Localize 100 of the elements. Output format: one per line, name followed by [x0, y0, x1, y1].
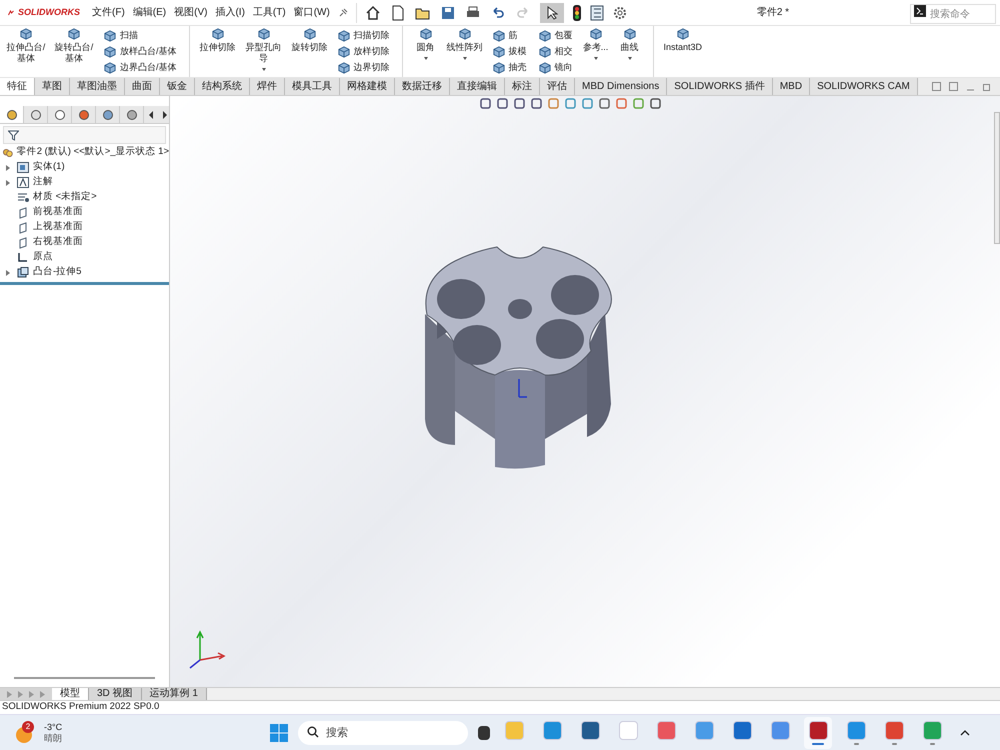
- ribbon-tab[interactable]: 网格建模: [340, 78, 395, 95]
- ribbon-tab[interactable]: 焊件: [250, 78, 285, 95]
- app-logo: SOLIDWORKS: [18, 6, 80, 19]
- ribbon-button[interactable]: 参考...: [580, 26, 611, 60]
- ribbon-button[interactable]: 放样切除: [338, 45, 390, 58]
- ribbon-button[interactable]: 放样凸台/基体: [104, 45, 177, 58]
- window-tile-icon[interactable]: [949, 82, 958, 91]
- taskbar-app-button[interactable]: [804, 716, 832, 748]
- taskbar-search-field[interactable]: 搜索: [298, 721, 468, 745]
- ribbon-tab[interactable]: SOLIDWORKS 插件: [667, 78, 773, 95]
- notification-badge: 2: [22, 720, 34, 732]
- app-icon: [846, 720, 866, 740]
- ribbon-tab[interactable]: 钣金: [160, 78, 195, 95]
- ribbon-button[interactable]: 镜向: [538, 61, 573, 74]
- ribbon-button[interactable]: 拔模: [492, 45, 527, 58]
- ribbon-button[interactable]: 扫描切除: [338, 29, 390, 42]
- expand-arrow-icon[interactable]: [6, 180, 10, 186]
- ribbon-button[interactable]: 抽壳: [492, 61, 527, 74]
- app-icon: [618, 720, 638, 740]
- tree-root-label[interactable]: 零件2 (默认) <<默认>_显示状态 1>: [16, 145, 169, 160]
- annotation-icon: [16, 177, 28, 188]
- task-view-icon[interactable]: [478, 726, 490, 740]
- ribbon-button[interactable]: 包覆: [538, 29, 573, 42]
- settings-icon[interactable]: [612, 6, 627, 20]
- menu-item[interactable]: 插入(I): [215, 5, 245, 20]
- document-title: 零件2 *: [756, 6, 790, 20]
- ribbon-button[interactable]: 线性阵列: [444, 26, 485, 60]
- search-field[interactable]: 搜索命令: [910, 4, 996, 24]
- menu-item[interactable]: 工具(T): [252, 5, 286, 20]
- plane-icon: [18, 236, 28, 248]
- weather-temperature: -3°C: [44, 722, 62, 732]
- model-tab[interactable]: 3D 视图: [89, 688, 142, 700]
- ribbon-tab[interactable]: 曲面: [125, 78, 160, 95]
- ribbon-tab[interactable]: 标注: [505, 78, 540, 95]
- ribbon-button[interactable]: 曲线: [614, 26, 645, 60]
- cube-icon: [676, 28, 689, 40]
- graphics-viewport[interactable]: [170, 96, 1000, 687]
- scroll-right-icon[interactable]: [162, 110, 168, 118]
- ribbon-button[interactable]: 拉伸凸台/基体: [4, 26, 48, 64]
- tree-item[interactable]: 材质 <未指定>: [0, 190, 169, 205]
- traffic-light-icon[interactable]: [572, 4, 581, 20]
- home-icon[interactable]: [364, 4, 381, 20]
- ribbon-button[interactable]: 边界切除: [338, 61, 390, 74]
- ribbon-tab[interactable]: MBD Dimensions: [575, 78, 668, 95]
- save-icon[interactable]: [440, 4, 456, 20]
- command-prompt-icon: [914, 4, 926, 16]
- ribbon-button[interactable]: 拉伸切除: [198, 26, 238, 53]
- filter-icon[interactable]: [8, 130, 19, 140]
- cube-icon: [104, 46, 116, 58]
- cube-icon: [20, 28, 32, 40]
- ribbon-button[interactable]: 边界凸台/基体: [104, 61, 177, 74]
- ribbon-button[interactable]: 筋: [492, 29, 527, 42]
- ribbon-button[interactable]: 相交: [538, 45, 573, 58]
- scroll-left-icon[interactable]: [148, 110, 154, 118]
- file-properties-icon[interactable]: [590, 4, 604, 20]
- menu-item[interactable]: 文件(F): [92, 5, 125, 20]
- ribbon-tab[interactable]: 特征: [0, 78, 35, 95]
- model-tab[interactable]: 模型: [52, 688, 89, 700]
- cube-icon: [624, 28, 636, 40]
- ribbon-tab[interactable]: 直接编辑: [450, 78, 505, 95]
- expand-arrow-icon[interactable]: [6, 164, 10, 170]
- model-tab[interactable]: 运动算例 1: [142, 688, 207, 700]
- start-icon[interactable]: [270, 724, 288, 742]
- tree-item[interactable]: 上视基准面: [0, 220, 169, 235]
- ribbon-tab[interactable]: SOLIDWORKS CAM: [810, 78, 918, 95]
- ribbon-button[interactable]: 圆角: [410, 26, 441, 60]
- ribbon-button[interactable]: 旋转凸台/基体: [52, 26, 96, 64]
- ribbon-button[interactable]: Instant3D: [662, 26, 704, 53]
- ribbon-tab[interactable]: 结构系统: [195, 78, 250, 95]
- tree-item[interactable]: 实体(1): [0, 160, 169, 175]
- tree-item[interactable]: 注解: [0, 175, 169, 190]
- expand-arrow-icon[interactable]: [6, 270, 10, 276]
- ribbon-tab[interactable]: 评估: [540, 78, 575, 95]
- app-icon: [808, 720, 828, 740]
- material-icon: [16, 192, 28, 203]
- tree-item[interactable]: 前视基准面: [0, 205, 169, 220]
- chevron-up-icon[interactable]: [960, 730, 970, 736]
- tree-item[interactable]: 原点: [0, 250, 169, 265]
- ribbon-tab[interactable]: 草图油墨: [70, 78, 125, 95]
- ribbon-tab[interactable]: MBD: [772, 78, 810, 95]
- ribbon-button[interactable]: 旋转切除: [290, 26, 330, 53]
- cube-icon: [338, 62, 350, 74]
- ribbon-button[interactable]: 异型孔向导: [242, 26, 286, 71]
- ribbon-tab[interactable]: 草图: [35, 78, 70, 95]
- menu-item[interactable]: 编辑(E): [132, 5, 166, 20]
- pin-icon[interactable]: [338, 8, 348, 18]
- select-tool-button[interactable]: [540, 2, 564, 22]
- tree-item[interactable]: 凸台-拉伸5: [0, 265, 169, 280]
- cube-icon: [420, 28, 432, 40]
- ribbon-tab[interactable]: 模具工具: [285, 78, 340, 95]
- app-icon: [542, 720, 562, 740]
- window-tile-icon[interactable]: [932, 82, 941, 91]
- menu-item[interactable]: 视图(V): [174, 5, 208, 20]
- ribbon-button[interactable]: 扫描: [104, 29, 177, 42]
- new-document-icon[interactable]: [390, 4, 406, 20]
- panel-tab[interactable]: [0, 106, 24, 123]
- restore-icon[interactable]: [983, 82, 992, 91]
- ribbon-tab[interactable]: 数据迁移: [395, 78, 450, 95]
- tree-item[interactable]: 右视基准面: [0, 235, 169, 250]
- menu-item[interactable]: 窗口(W): [294, 5, 330, 20]
